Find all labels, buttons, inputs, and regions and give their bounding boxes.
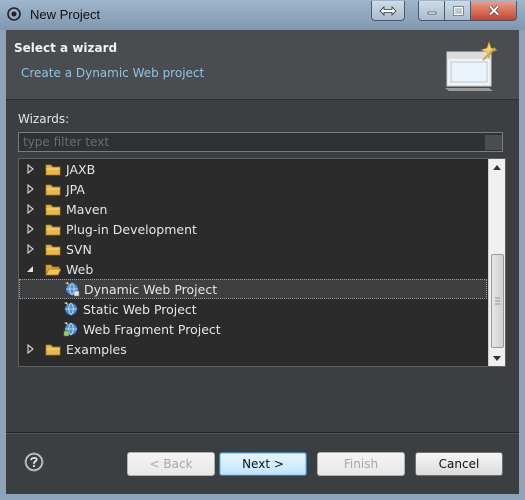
- chevron-right-icon[interactable]: [25, 204, 35, 214]
- resize-button[interactable]: [371, 1, 405, 21]
- maximize-button[interactable]: [444, 1, 472, 21]
- tree-item-label: Web Fragment Project: [83, 321, 221, 337]
- chevron-right-icon[interactable]: [25, 184, 35, 194]
- scrollbar-thumb[interactable]: [491, 254, 504, 348]
- grip-icon: [495, 297, 500, 305]
- header-title: Select a wizard: [14, 41, 118, 55]
- window-frame-right: [519, 30, 525, 500]
- tree-scrollbar[interactable]: [488, 159, 505, 366]
- tree-item-label: Static Web Project: [83, 301, 197, 317]
- finish-button[interactable]: Finish: [317, 452, 405, 476]
- tree-item-label: Web: [66, 261, 94, 277]
- chevron-right-icon[interactable]: [25, 164, 35, 174]
- folder-icon: [45, 344, 61, 355]
- tree-item-web[interactable]: Web: [19, 259, 487, 279]
- minimize-button[interactable]: [418, 1, 446, 21]
- header-subtitle: Create a Dynamic Web project: [21, 66, 205, 80]
- wizard-header: Select a wizard Create a Dynamic Web pro…: [6, 30, 519, 100]
- tree-item-label: Maven: [66, 201, 108, 217]
- web-fragment-project-icon: [63, 322, 78, 337]
- folder-icon: [45, 204, 61, 215]
- minimize-icon: [427, 11, 437, 14]
- dialog-footer: < Back Next > Finish Cancel: [6, 434, 519, 494]
- help-icon[interactable]: [24, 452, 44, 472]
- tree-item-examples[interactable]: Examples: [19, 339, 487, 359]
- tree-item-label: JAXB: [66, 161, 96, 177]
- tree-item-label: JPA: [66, 181, 85, 197]
- tree-item-svn[interactable]: SVN: [19, 239, 487, 259]
- filter-input[interactable]: [18, 132, 503, 152]
- scroll-up-button[interactable]: [489, 159, 505, 175]
- filter-clear-button[interactable]: [485, 135, 502, 150]
- dynamic-web-project-icon: [65, 282, 80, 297]
- tree-item-label: Examples: [66, 341, 127, 357]
- folder-icon: [45, 184, 61, 195]
- chevron-right-icon[interactable]: [25, 344, 35, 354]
- window-title: New Project: [30, 7, 101, 22]
- eclipse-app-icon: [7, 7, 21, 21]
- close-button[interactable]: [470, 1, 517, 21]
- back-button[interactable]: < Back: [127, 452, 215, 476]
- window-frame-bottom: [0, 494, 525, 500]
- folder-icon: [45, 164, 61, 175]
- open-folder-icon: [45, 264, 61, 275]
- tree-item-plugin-development[interactable]: Plug-in Development: [19, 219, 487, 239]
- folder-icon: [45, 244, 61, 255]
- chevron-up-icon: [493, 164, 501, 170]
- tree-item-label: Plug-in Development: [66, 221, 197, 237]
- close-icon: [488, 5, 499, 16]
- cancel-button[interactable]: Cancel: [415, 452, 503, 476]
- chevron-right-icon[interactable]: [25, 244, 35, 254]
- static-web-project-icon: [64, 302, 78, 316]
- tree-item-label: SVN: [66, 241, 92, 257]
- tree-item-maven[interactable]: Maven: [19, 199, 487, 219]
- chevron-down-icon[interactable]: [25, 264, 35, 274]
- tree-item-label: Dynamic Web Project: [84, 281, 218, 297]
- chevron-down-icon: [493, 355, 501, 361]
- double-arrow-icon: [379, 5, 397, 16]
- chevron-right-icon[interactable]: [25, 224, 35, 234]
- folder-icon: [45, 224, 61, 235]
- tree-item-jaxb[interactable]: JAXB: [19, 159, 487, 179]
- tree-item-static-web-project[interactable]: Static Web Project: [19, 299, 487, 319]
- tree-item-dynamic-web-project[interactable]: Dynamic Web Project: [19, 279, 487, 299]
- wizards-label: Wizards:: [18, 112, 70, 126]
- wizard-content: Wizards: JAXB JPA Maven Plug-in Developm…: [6, 100, 519, 432]
- maximize-icon: [452, 5, 464, 16]
- tree-item-web-fragment-project[interactable]: Web Fragment Project: [19, 319, 487, 339]
- tree-item-jpa[interactable]: JPA: [19, 179, 487, 199]
- scroll-down-button[interactable]: [489, 350, 505, 366]
- title-bar[interactable]: New Project: [0, 0, 525, 31]
- wizard-tree[interactable]: JAXB JPA Maven Plug-in Development SVN W…: [18, 158, 506, 367]
- wizard-banner-icon: [445, 41, 498, 91]
- next-button[interactable]: Next >: [219, 452, 307, 476]
